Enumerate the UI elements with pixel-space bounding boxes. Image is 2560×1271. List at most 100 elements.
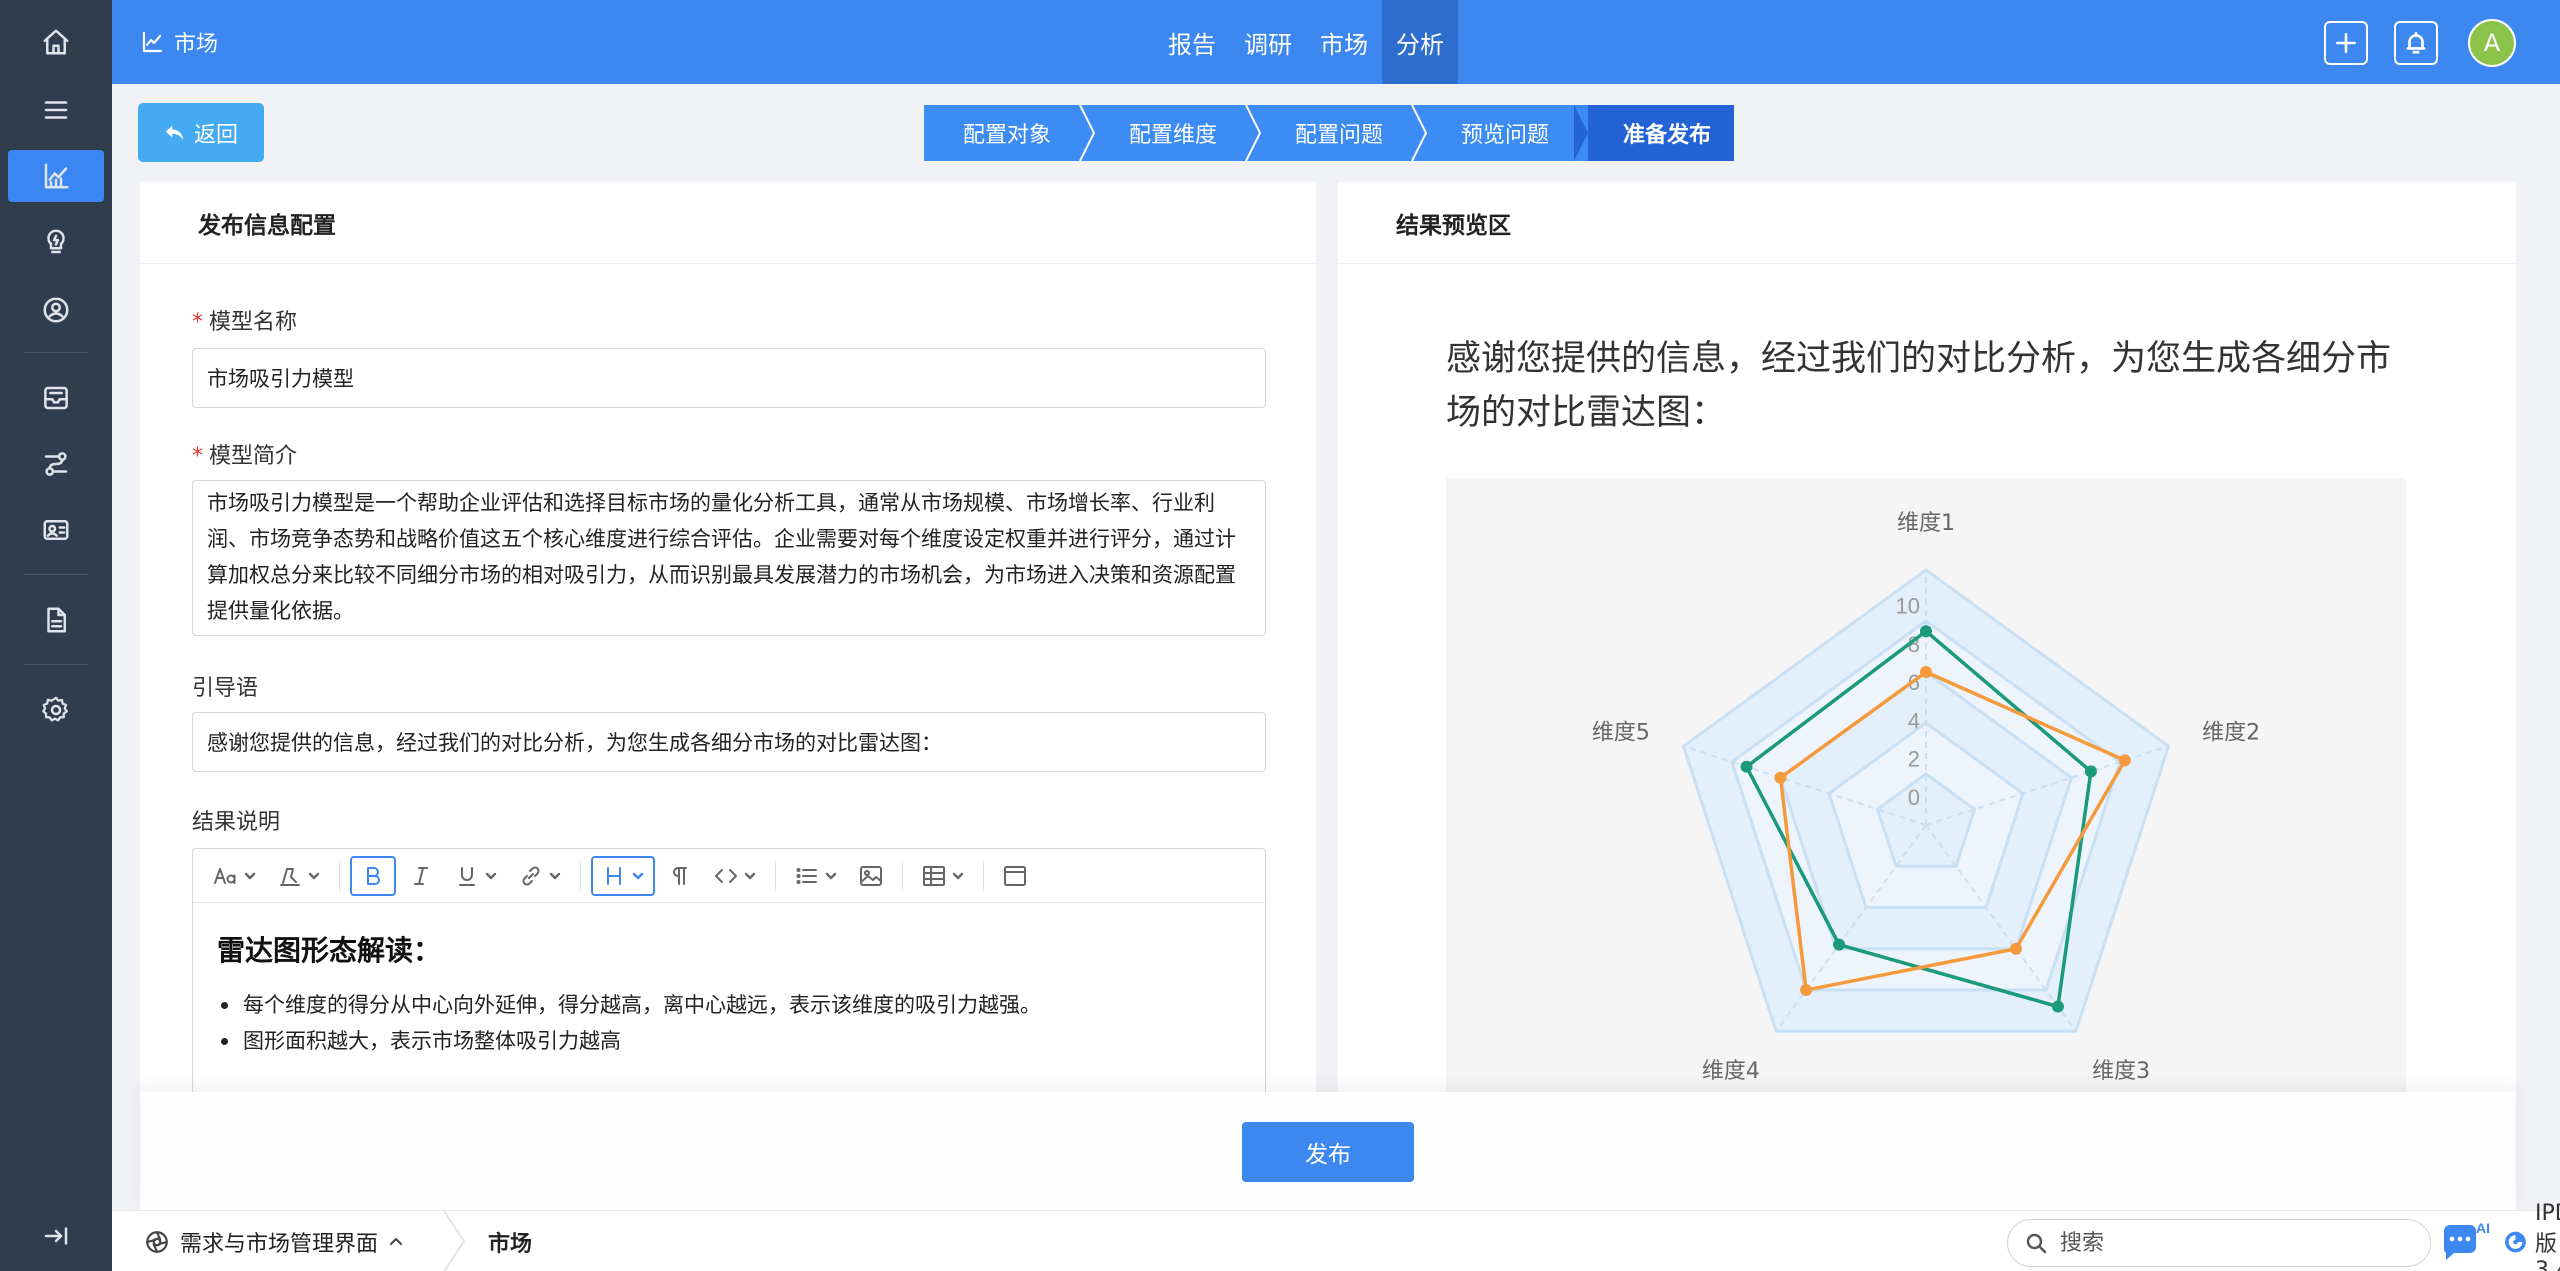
undo-arrow-icon [165, 125, 184, 140]
highlight-button[interactable] [269, 856, 329, 896]
result-desc-label: 结果说明 [192, 810, 281, 835]
radar-category-label: 维度1 [1897, 511, 1955, 536]
analytics-icon [142, 31, 163, 53]
module-switcher[interactable]: 需求与市场管理界面 [144, 1211, 404, 1271]
list-button[interactable] [786, 856, 846, 896]
add-button[interactable] [2324, 21, 2368, 65]
inbox-icon[interactable] [8, 372, 104, 424]
step-config-question[interactable]: 配置问题 [1256, 105, 1428, 161]
step-label: 配置维度 [1128, 123, 1217, 148]
step-config-dimension[interactable]: 配置维度 [1090, 105, 1262, 161]
back-button[interactable]: 返回 [138, 103, 264, 162]
link-button[interactable] [510, 856, 570, 896]
search-input[interactable] [2060, 1230, 2400, 1256]
panel-title: 发布信息配置 [140, 182, 1316, 264]
heading-button[interactable] [591, 855, 655, 896]
guide-label: 引导语 [192, 676, 259, 701]
footer-bar: 需求与市场管理界面 市场 AI IPD版3.4 [112, 1201, 2560, 1271]
radar-category-label: 维度5 [1592, 720, 1650, 745]
publish-bar: 发布 [140, 1092, 2516, 1210]
chevron-down-icon [244, 872, 256, 879]
font-size-button[interactable] [205, 856, 265, 896]
list-item: 每个维度的得分从中心向外延伸，得分越高，离中心越远，表示该维度的吸引力越强。 [217, 987, 1241, 1023]
radar-data-point [1920, 625, 1932, 638]
id-card-icon[interactable] [8, 504, 104, 556]
aperture-icon [146, 1230, 168, 1253]
step-config-object[interactable]: 配置对象 [924, 105, 1096, 161]
guide-input[interactable]: 感谢您提供的信息，经过我们的对比分析，为您生成各细分市场的对比雷达图： [192, 712, 1266, 772]
section-title: 市场 [140, 0, 218, 84]
editor-content[interactable]: 雷达图形态解读： 每个维度的得分从中心向外延伸，得分越高，离中心越远，表示该维度… [193, 903, 1265, 1085]
step-label: 准备发布 [1622, 123, 1711, 148]
rich-text-editor: 雷达图形态解读： 每个维度的得分从中心向外延伸，得分越高，离中心越远，表示该维度… [192, 848, 1266, 1092]
panel-title: 结果预览区 [1338, 182, 2516, 264]
bold-icon [367, 866, 380, 885]
model-desc-label-text: 模型简介 [209, 444, 298, 469]
model-name-input[interactable]: 市场吸引力模型 [192, 348, 1266, 408]
footer-current-tab[interactable]: 市场 [488, 1211, 532, 1271]
step-preview-question[interactable]: 预览问题 [1422, 105, 1588, 161]
template-button[interactable] [994, 856, 1036, 896]
ai-chat-icon[interactable]: AI [2440, 1219, 2494, 1265]
settings-icon[interactable] [8, 684, 104, 736]
bold-button[interactable] [350, 855, 396, 896]
notifications-button[interactable] [2394, 21, 2438, 65]
radar-chart-container: 0 2 4 6 8 10 维度1 维度2 维度3 维度4 维度5 [1446, 478, 2406, 1092]
radar-data-point [2009, 942, 2022, 955]
analytics-icon[interactable] [8, 150, 104, 202]
list-item: 图形面积越大，表示市场整体吸引力越高 [217, 1023, 1241, 1059]
search-box[interactable] [2007, 1219, 2431, 1267]
top-nav: 报告 调研 市场 分析 [1154, 0, 1458, 84]
radar-tick-label: 0 [1908, 785, 1920, 810]
underline-icon [459, 866, 475, 886]
tab-report[interactable]: 报告 [1154, 0, 1230, 84]
collapse-icon[interactable] [8, 1210, 104, 1262]
model-desc-textarea[interactable]: 市场吸引力模型是一个帮助企业评估和选择目标市场的量化分析工具，通常从市场规模、市… [192, 480, 1266, 636]
model-desc-label: * 模型简介 [192, 438, 297, 470]
chevron-down-icon [549, 872, 561, 879]
lightbulb-icon[interactable] [8, 216, 104, 268]
chevron-down-icon [485, 872, 497, 879]
highlight-icon [280, 867, 300, 886]
tab-market[interactable]: 市场 [1306, 0, 1382, 84]
ai-badge: AI [2476, 1220, 2490, 1236]
search-icon [2026, 1233, 2047, 1254]
tab-analysis[interactable]: 分析 [1382, 0, 1458, 84]
home-icon[interactable] [8, 16, 104, 68]
radar-chart: 0246810维度1维度2维度3维度4维度5 [1592, 511, 2260, 1084]
radar-category-label: 维度4 [1702, 1059, 1760, 1084]
chevron-down-icon [308, 872, 320, 879]
image-button[interactable] [850, 856, 892, 896]
section-title-label: 市场 [174, 32, 219, 57]
bell-icon [2406, 31, 2426, 54]
italic-button[interactable] [400, 856, 442, 896]
publish-button[interactable]: 发布 [1242, 1122, 1414, 1182]
document-icon[interactable] [8, 594, 104, 646]
user-circle-icon[interactable] [8, 284, 104, 336]
avatar[interactable]: A [2468, 19, 2516, 67]
radar-data-point [2084, 765, 2097, 778]
plus-icon [2336, 33, 2356, 53]
radar-category-label: 维度3 [2092, 1059, 2150, 1084]
table-button[interactable] [913, 856, 973, 896]
code-button[interactable] [705, 856, 765, 896]
chevron-up-icon [390, 1237, 403, 1245]
paragraph-button[interactable] [659, 856, 701, 896]
menu-icon[interactable] [8, 84, 104, 136]
step-ready-publish[interactable]: 准备发布 [1588, 105, 1734, 161]
underline-button[interactable] [446, 856, 506, 896]
code-icon [715, 868, 737, 883]
step-label: 配置问题 [1294, 123, 1383, 148]
chevron-down-icon [632, 872, 644, 879]
result-preview-panel: 结果预览区 感谢您提供的信息，经过我们的对比分析，为您生成各细分市场的对比雷达图… [1338, 182, 2516, 1092]
tab-research[interactable]: 调研 [1230, 0, 1306, 84]
version-info: IPD版3.4 [2504, 1201, 2560, 1271]
radar-data-point [1774, 771, 1787, 784]
required-mark: * [192, 310, 203, 335]
version-label: IPD版3.4 [2534, 1200, 2560, 1271]
step-progress: 配置对象 配置维度 配置问题 预览问题 准备发布 [924, 105, 1734, 161]
model-name-label-text: 模型名称 [209, 310, 298, 335]
chevron-down-icon [744, 872, 756, 879]
workflow-icon[interactable] [8, 438, 104, 490]
module-label: 需求与市场管理界面 [180, 1231, 379, 1257]
